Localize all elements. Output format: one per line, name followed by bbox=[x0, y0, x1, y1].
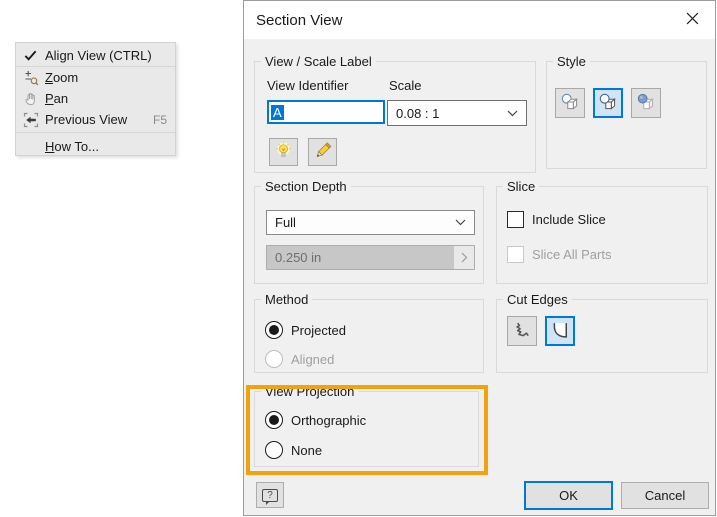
aligned-label: Aligned bbox=[291, 352, 334, 367]
style-shaded-button[interactable] bbox=[631, 88, 661, 118]
toggle-label-visibility-button[interactable] bbox=[269, 138, 298, 166]
chevron-right-icon[interactable] bbox=[454, 246, 474, 269]
scale-combobox[interactable]: 0.08 : 1 bbox=[387, 100, 527, 126]
chevron-down-icon bbox=[455, 219, 466, 226]
style-hidden-line-removed-icon bbox=[597, 91, 619, 116]
group-method: Method Projected Aligned bbox=[254, 299, 484, 373]
slice-all-parts-label: Slice All Parts bbox=[532, 247, 611, 262]
menu-item-label: Pan bbox=[42, 91, 167, 106]
style-hidden-line-button[interactable] bbox=[555, 88, 585, 118]
include-slice-label: Include Slice bbox=[532, 212, 606, 227]
group-title: Cut Edges bbox=[503, 292, 572, 307]
cut-edges-smooth-button[interactable] bbox=[545, 316, 575, 346]
aligned-radio bbox=[265, 350, 283, 368]
orthographic-radio[interactable] bbox=[265, 411, 283, 429]
group-title: Section Depth bbox=[261, 179, 351, 194]
menu-item-label: Zoom bbox=[42, 70, 167, 85]
slice-all-parts-checkbox bbox=[507, 246, 524, 263]
projected-radio[interactable] bbox=[265, 321, 283, 339]
depth-distance-field: 0.250 in bbox=[266, 245, 475, 270]
screenshot-canvas: Align View (CTRL) Zoom Pan bbox=[0, 0, 717, 517]
scale-value: 0.08 : 1 bbox=[396, 106, 439, 121]
ok-button-label: OK bbox=[559, 488, 578, 503]
cut-edges-smooth-icon bbox=[550, 320, 570, 343]
help-icon: ? bbox=[262, 489, 278, 502]
cancel-button[interactable]: Cancel bbox=[621, 482, 709, 509]
group-view-projection: View Projection Orthographic None bbox=[254, 391, 479, 467]
view-identifier-input[interactable]: A bbox=[267, 100, 385, 124]
menu-item-pan[interactable]: Pan bbox=[16, 88, 175, 109]
close-icon bbox=[686, 12, 699, 28]
group-cut-edges: Cut Edges bbox=[496, 299, 708, 373]
group-slice: Slice Include Slice Slice All Parts bbox=[496, 186, 708, 284]
scale-label: Scale bbox=[389, 78, 422, 93]
group-style: Style bbox=[546, 61, 707, 169]
style-hidden-line-removed-button[interactable] bbox=[593, 88, 623, 118]
section-depth-combobox[interactable]: Full bbox=[266, 210, 475, 235]
previous-view-icon bbox=[19, 112, 42, 128]
menu-item-how-to[interactable]: How To... bbox=[16, 135, 175, 158]
include-slice-checkbox[interactable] bbox=[507, 211, 524, 228]
cancel-button-label: Cancel bbox=[645, 488, 685, 503]
style-shaded-icon bbox=[635, 91, 657, 116]
close-button[interactable] bbox=[670, 1, 715, 39]
menu-item-zoom[interactable]: Zoom bbox=[16, 67, 175, 88]
selected-text: A bbox=[271, 105, 284, 120]
menu-item-label: How To... bbox=[42, 139, 167, 154]
group-title: View / Scale Label bbox=[261, 54, 376, 69]
projected-label: Projected bbox=[291, 323, 346, 338]
orthographic-label: Orthographic bbox=[291, 413, 366, 428]
cut-edges-jagged-icon bbox=[512, 320, 532, 343]
section-depth-value: Full bbox=[275, 215, 296, 230]
group-title: Style bbox=[553, 54, 590, 69]
context-menu: Align View (CTRL) Zoom Pan bbox=[15, 42, 176, 156]
dialog-titlebar[interactable]: Section View bbox=[244, 1, 715, 39]
none-label: None bbox=[291, 443, 322, 458]
ok-button[interactable]: OK bbox=[524, 481, 613, 510]
menu-shortcut: F5 bbox=[153, 113, 167, 127]
group-title: Slice bbox=[503, 179, 539, 194]
group-section-depth: Section Depth Full 0.250 in bbox=[254, 186, 484, 284]
checkmark-icon bbox=[19, 48, 42, 63]
dialog-title: Section View bbox=[256, 12, 342, 29]
group-title: Method bbox=[261, 292, 312, 307]
chevron-down-icon bbox=[507, 110, 518, 117]
menu-item-previous-view[interactable]: Previous View F5 bbox=[16, 109, 175, 130]
group-title: View Projection bbox=[261, 384, 358, 399]
lightbulb-icon bbox=[274, 141, 293, 163]
zoom-icon bbox=[19, 70, 42, 86]
none-radio[interactable] bbox=[265, 441, 283, 459]
menu-item-align-view[interactable]: Align View (CTRL) bbox=[16, 44, 175, 67]
edit-view-label-button[interactable] bbox=[308, 138, 337, 166]
pan-icon bbox=[19, 91, 42, 107]
menu-item-label: Previous View bbox=[42, 112, 153, 127]
cut-edges-jagged-button[interactable] bbox=[507, 316, 537, 346]
depth-distance-value: 0.250 in bbox=[267, 246, 454, 269]
menu-separator bbox=[16, 132, 175, 133]
help-button[interactable]: ? bbox=[256, 482, 284, 508]
group-view-scale-label: View / Scale Label View Identifier Scale… bbox=[254, 61, 536, 173]
view-identifier-label: View Identifier bbox=[267, 78, 348, 93]
style-hidden-line-icon bbox=[559, 91, 581, 116]
menu-item-label: Align View (CTRL) bbox=[42, 48, 167, 63]
section-view-dialog: Section View View / Scale Label View Ide… bbox=[243, 0, 716, 516]
edit-label-icon bbox=[313, 141, 332, 163]
